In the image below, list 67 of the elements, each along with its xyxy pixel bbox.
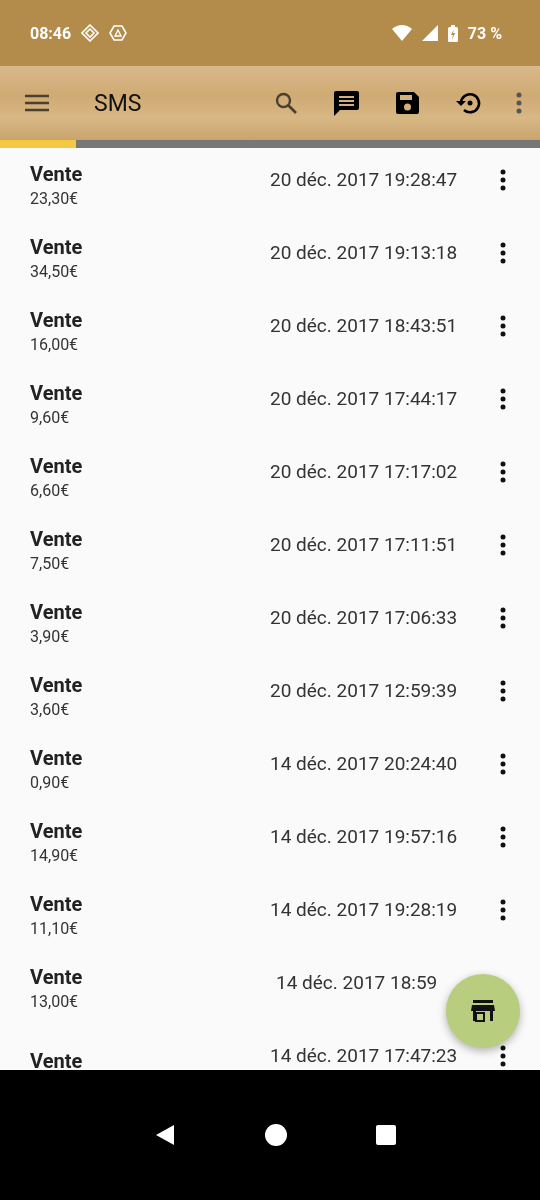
row-amount: 6,60€ — [30, 480, 71, 500]
row-amount: 3,90€ — [30, 626, 71, 646]
battery-level: 73 % — [467, 23, 502, 43]
save-icon[interactable] — [394, 90, 420, 116]
row-title: Vente — [30, 599, 84, 624]
more-icon[interactable] — [500, 533, 506, 556]
more-icon[interactable] — [500, 679, 506, 702]
row-date: 20 déc. 2017 12:59:39 — [270, 679, 459, 702]
row-title: Vente — [30, 891, 84, 916]
row-amount: 7,50€ — [30, 553, 71, 573]
store-button[interactable] — [446, 974, 520, 1048]
battery-icon — [447, 24, 458, 42]
search-icon[interactable] — [274, 91, 298, 115]
more-icon[interactable] — [500, 168, 506, 191]
menu-icon[interactable] — [24, 93, 50, 113]
store-icon — [471, 1000, 495, 1022]
more-icon[interactable] — [500, 314, 506, 337]
row-amount: 23,30€ — [30, 188, 80, 208]
row-title: Vente — [30, 307, 84, 332]
row-title: Vente — [30, 672, 84, 697]
restore-icon[interactable] — [454, 90, 482, 116]
more-icon[interactable] — [500, 241, 506, 264]
row-title: Vente — [30, 1048, 84, 1070]
more-icon[interactable] — [500, 1044, 506, 1067]
more-icon[interactable] — [500, 825, 506, 848]
row-date: 20 déc. 2017 17:11:51 — [270, 533, 459, 556]
row-title: Vente — [30, 453, 84, 478]
row-date: 14 déc. 2017 19:28:19 — [270, 898, 459, 921]
message-icon[interactable] — [332, 89, 360, 117]
row-date: 14 déc. 2017 19:57:16 — [270, 825, 459, 848]
row-title: Vente — [30, 964, 84, 989]
row-date: 14 déc. 2017 20:24:40 — [270, 752, 459, 775]
row-title: Vente — [30, 745, 84, 770]
row-amount: 13,00€ — [30, 991, 80, 1011]
row-amount: 3,60€ — [30, 699, 71, 719]
more-icon[interactable] — [500, 460, 506, 483]
row-date: 20 déc. 2017 19:28:47 — [270, 168, 459, 191]
row-date: 20 déc. 2017 18:43:51 — [270, 314, 459, 337]
row-amount: 0,90€ — [30, 772, 71, 792]
more-icon[interactable] — [500, 387, 506, 410]
signal-icon — [421, 25, 438, 41]
app-title: SMS — [94, 89, 142, 117]
row-title: Vente — [30, 380, 84, 405]
row-date: 20 déc. 2017 17:17:02 — [270, 460, 459, 483]
triangle-icon — [109, 25, 128, 41]
more-icon[interactable] — [500, 898, 506, 921]
home-icon[interactable] — [264, 1123, 288, 1147]
row-amount: 9,60€ — [30, 407, 71, 427]
row-amount: 14,90€ — [30, 845, 80, 865]
back-icon[interactable] — [154, 1124, 176, 1146]
row-date: 14 déc. 2017 18:59 — [276, 971, 439, 994]
row-title: Vente — [30, 234, 84, 259]
row-date: 20 déc. 2017 17:44:17 — [270, 387, 459, 410]
status-time: 08:46 — [30, 23, 72, 43]
row-amount: 34,50€ — [30, 261, 80, 281]
row-date: 20 déc. 2017 19:13:18 — [270, 241, 459, 264]
row-title: Vente — [30, 818, 84, 843]
more-icon[interactable] — [500, 606, 506, 629]
notification-icon — [81, 24, 100, 42]
row-title: Vente — [30, 526, 84, 551]
row-title: Vente — [30, 161, 84, 186]
row-date: 14 déc. 2017 17:47:23 — [270, 1044, 459, 1067]
wifi-icon — [391, 25, 412, 41]
more-icon[interactable] — [500, 752, 506, 775]
row-amount: 16,00€ — [30, 334, 80, 354]
row-date: 20 déc. 2017 17:06:33 — [270, 606, 459, 629]
row-amount: 11,10€ — [30, 918, 80, 938]
